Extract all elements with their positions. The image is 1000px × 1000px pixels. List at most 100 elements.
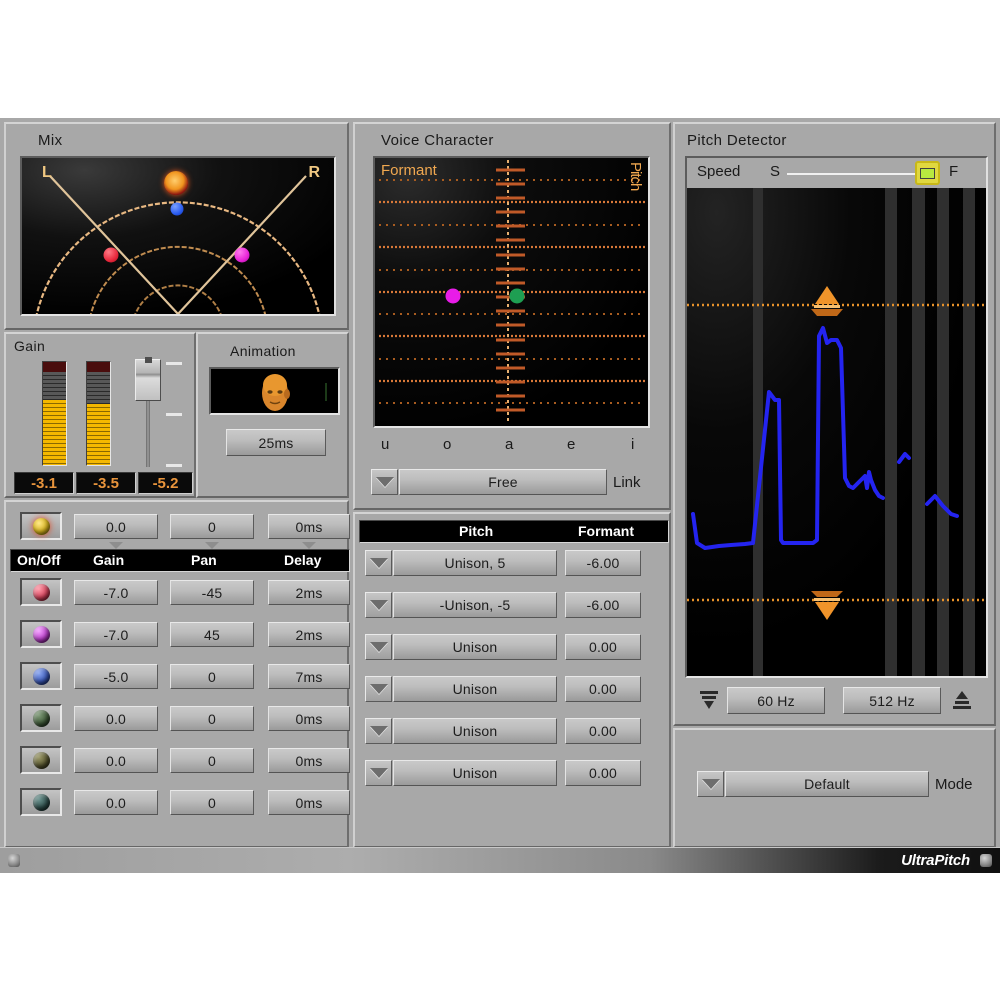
master-on-off-button[interactable]: [20, 512, 62, 540]
chevron-down-icon: [702, 779, 720, 789]
voice-1-on-off-button[interactable]: [20, 578, 62, 606]
voice-2-gain-field[interactable]: -7.0: [74, 622, 158, 647]
speed-slider-track[interactable]: [787, 173, 927, 175]
voice-3-led: [33, 668, 50, 685]
fader-tick-mid: [166, 413, 182, 416]
master-delay-field[interactable]: 0ms: [268, 514, 350, 539]
voice-character-mode-button[interactable]: Free: [399, 469, 607, 495]
chevron-down-icon: [376, 477, 394, 487]
voice-5-gain-field[interactable]: 0.0: [74, 748, 158, 773]
formant-1-field[interactable]: -6.00: [565, 550, 641, 576]
mode-caption: Mode: [935, 776, 973, 793]
mix-panel: Mix L R: [4, 122, 349, 330]
meter-right-headroom: [87, 372, 110, 404]
voice-4-gain-field[interactable]: 0.0: [74, 706, 158, 731]
animation-rate-button[interactable]: 25ms: [226, 429, 326, 456]
speed-fast-label: F: [949, 163, 958, 180]
voice-2-delay-field[interactable]: 2ms: [268, 622, 350, 647]
speed-control-strip: Speed S F: [687, 158, 986, 189]
voice-6-on-off-button[interactable]: [20, 788, 62, 816]
formant-6-field[interactable]: 0.00: [565, 760, 641, 786]
freq-collapse-icon[interactable]: [698, 689, 720, 711]
voice-table-header: On/Off Gain Pan Delay: [10, 549, 350, 572]
pitch-1-value-button[interactable]: Unison, 5: [393, 550, 557, 576]
pitch-detector-display[interactable]: Speed S F: [685, 156, 988, 678]
voice-row-3: -5.0 0 7ms: [6, 662, 351, 704]
mix-right-label: R: [308, 164, 320, 182]
pitch-1-dropdown-arrow[interactable]: [365, 550, 392, 576]
voice-1-pan-field[interactable]: -45: [170, 580, 254, 605]
gain-panel: Gain -3.1 -3.5 -5.2: [4, 332, 196, 498]
vowel-label-o: o: [443, 436, 451, 453]
voice-3-delay-field[interactable]: 7ms: [268, 664, 350, 689]
mix-master-handle[interactable]: [164, 171, 188, 195]
pitch-6-dropdown-arrow[interactable]: [365, 760, 392, 786]
pitch-2-value-button[interactable]: -Unison, -5: [393, 592, 557, 618]
pitch-4-value-button[interactable]: Unison: [393, 676, 557, 702]
voice-character-dot-green[interactable]: [509, 289, 524, 304]
voice-character-mode-dropdown-arrow[interactable]: [371, 469, 398, 495]
speed-slider-handle[interactable]: [915, 161, 940, 185]
voice-row-4: 0.0 0 0ms: [6, 704, 351, 746]
voice-character-grid[interactable]: Formant Pitch: [373, 156, 650, 428]
chevron-down-icon: [370, 726, 388, 736]
formant-2-field[interactable]: -6.00: [565, 592, 641, 618]
voice-2-on-off-button[interactable]: [20, 620, 62, 648]
high-frequency-button[interactable]: 512 Hz: [843, 687, 941, 714]
voice-1-gain-field[interactable]: -7.0: [74, 580, 158, 605]
voice-6-pan-field[interactable]: 0: [170, 790, 254, 815]
gain-fader-knob[interactable]: [135, 359, 161, 401]
pan-column-marker-icon: [205, 542, 219, 549]
pitch-6-value-button[interactable]: Unison: [393, 760, 557, 786]
header-pan: Pan: [191, 552, 217, 568]
formant-4-field[interactable]: 0.00: [565, 676, 641, 702]
chevron-down-icon: [370, 558, 388, 568]
link-label: Link: [613, 474, 641, 491]
mix-dot-voice3[interactable]: [171, 203, 184, 216]
voice-1-led: [33, 584, 50, 601]
voice-2-pan-field[interactable]: 45: [170, 622, 254, 647]
animation-panel: Animation 25ms: [196, 332, 349, 498]
master-gain-field[interactable]: 0.0: [74, 514, 158, 539]
voice-5-delay-field[interactable]: 0ms: [268, 748, 350, 773]
formant-5-field[interactable]: 0.00: [565, 718, 641, 744]
voice-4-pan-field[interactable]: 0: [170, 706, 254, 731]
pitch-4-dropdown-arrow[interactable]: [365, 676, 392, 702]
vowel-label-e: e: [567, 436, 575, 453]
voice-4-on-off-button[interactable]: [20, 704, 62, 732]
voice-5-on-off-button[interactable]: [20, 746, 62, 774]
mix-dot-voice2[interactable]: [234, 247, 249, 262]
pitch-5-dropdown-arrow[interactable]: [365, 718, 392, 744]
voice-4-delay-field[interactable]: 0ms: [268, 706, 350, 731]
pitch-axis-label: Pitch: [627, 162, 644, 190]
low-frequency-button[interactable]: 60 Hz: [727, 687, 825, 714]
voice-1-delay-field[interactable]: 2ms: [268, 580, 350, 605]
voice-3-gain-field[interactable]: -5.0: [74, 664, 158, 689]
voice-5-pan-field[interactable]: 0: [170, 748, 254, 773]
voice-3-on-off-button[interactable]: [20, 662, 62, 690]
meter-left-red-zone: [43, 362, 66, 372]
mode-value-button[interactable]: Default: [725, 771, 929, 797]
voice-row-6: 0.0 0 0ms: [6, 788, 351, 830]
voice-row-5: 0.0 0 0ms: [6, 746, 351, 788]
pitch-2-dropdown-arrow[interactable]: [365, 592, 392, 618]
pitch-row-5: Unison 0.00: [355, 718, 673, 760]
chevron-down-icon: [370, 642, 388, 652]
voice-character-title: Voice Character: [381, 132, 494, 149]
mode-dropdown-arrow[interactable]: [697, 771, 724, 797]
voice-3-pan-field[interactable]: 0: [170, 664, 254, 689]
gain-meter-right: [86, 361, 111, 466]
voice-6-gain-field[interactable]: 0.0: [74, 790, 158, 815]
pitch-detector-graph[interactable]: [687, 188, 986, 676]
voice-character-dot-magenta[interactable]: [445, 289, 460, 304]
mix-left-label: L: [42, 164, 52, 182]
master-pan-field[interactable]: 0: [170, 514, 254, 539]
freq-expand-icon[interactable]: [951, 689, 973, 711]
formant-3-field[interactable]: 0.00: [565, 634, 641, 660]
pitch-3-dropdown-arrow[interactable]: [365, 634, 392, 660]
voice-6-delay-field[interactable]: 0ms: [268, 790, 350, 815]
pitch-3-value-button[interactable]: Unison: [393, 634, 557, 660]
mix-pan-display[interactable]: L R: [20, 156, 336, 316]
mix-dot-voice1[interactable]: [103, 247, 118, 262]
pitch-5-value-button[interactable]: Unison: [393, 718, 557, 744]
